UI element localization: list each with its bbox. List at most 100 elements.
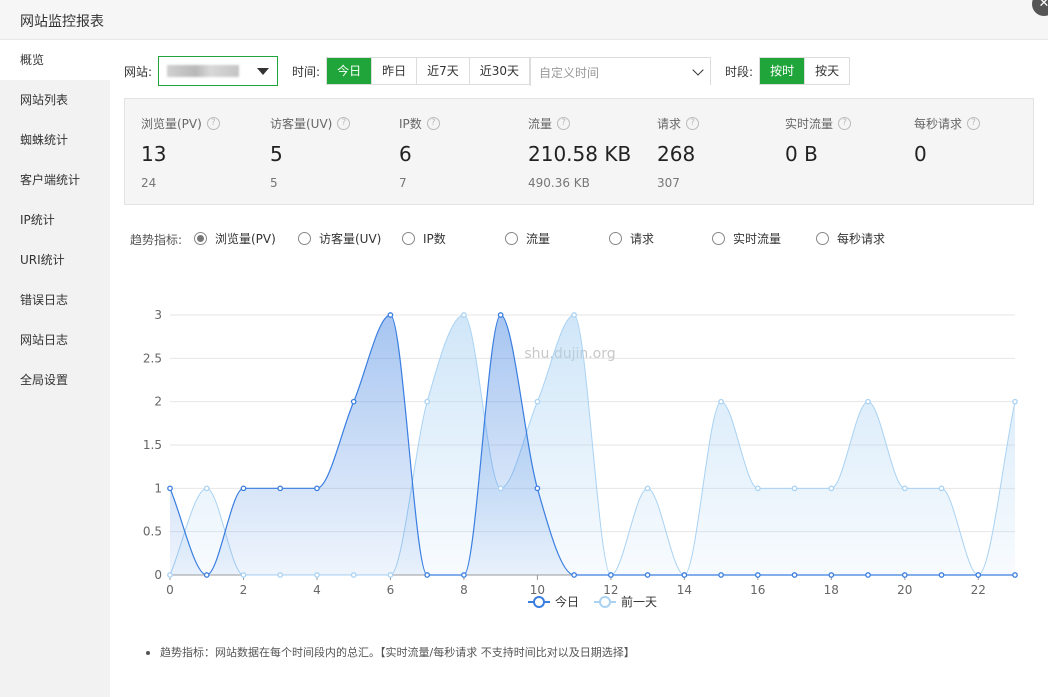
data-point	[314, 572, 320, 578]
data-point	[203, 485, 210, 492]
stat-requests-prev: 307	[657, 176, 680, 190]
data-point	[314, 485, 320, 492]
stat-requests-label: 请求	[657, 117, 682, 131]
data-point	[497, 312, 504, 318]
help-icon[interactable]: ?	[426, 117, 440, 130]
trend-radio-req-per-sec-label: 每秒请求	[837, 232, 886, 246]
data-point	[1012, 572, 1018, 578]
trend-radio-ip-label: IP数	[423, 232, 446, 246]
trend-radio-req-per-sec[interactable]: 每秒请求	[816, 230, 885, 247]
data-point	[608, 572, 614, 578]
sidebar-item-uri-stats[interactable]: URI统计	[0, 240, 110, 280]
bullet-icon	[146, 651, 150, 655]
chevron-down-icon	[692, 64, 704, 76]
help-icon[interactable]: ?	[206, 117, 220, 130]
data-point	[828, 485, 835, 492]
stat-ip-value: 6	[399, 142, 412, 166]
help-icon[interactable]: ?	[557, 117, 571, 130]
data-point	[938, 485, 945, 492]
x-tick-label: 20	[897, 583, 912, 597]
x-tick-label: 18	[824, 583, 839, 597]
x-tick-label: 2	[240, 583, 248, 597]
stat-traffic-prev: 490.36 KB	[528, 176, 590, 190]
sidebar-item-global-settings[interactable]: 全局设置	[0, 360, 110, 400]
trend-radio-realtime-traffic[interactable]: 实时流量	[712, 230, 781, 247]
help-icon[interactable]: ?	[686, 117, 700, 130]
site-select[interactable]	[158, 56, 279, 86]
sidebar-item-overview[interactable]: 概览	[0, 40, 110, 80]
stat-req-per-sec: 每秒请求? 0	[914, 115, 981, 166]
trend-radio-pv-label: 浏览量(PV)	[215, 232, 276, 246]
stat-pv-prev: 24	[141, 176, 157, 190]
sidebar-item-site-log[interactable]: 网站日志	[0, 320, 110, 360]
y-tick-label: 1	[154, 481, 162, 495]
data-point	[424, 572, 431, 578]
data-point	[644, 485, 651, 492]
trend-radio-uv[interactable]: 访客量(UV)	[298, 230, 381, 247]
time-today-button[interactable]: 今日	[327, 58, 373, 84]
x-tick-label: 12	[603, 583, 618, 597]
help-icon[interactable]: ?	[967, 117, 981, 130]
period-daily-button[interactable]: 按天	[805, 58, 850, 84]
data-point	[461, 312, 467, 318]
data-point	[791, 485, 798, 492]
data-point	[571, 312, 577, 318]
trend-radio-realtime-traffic-label: 实时流量	[733, 232, 782, 246]
footnote-text: 趋势指标：网站数据在每个时间段内的总汇。【实时流量/每秒请求 不支持时间比对以及…	[160, 646, 635, 659]
stat-realtime-traffic-label: 实时流量	[785, 117, 834, 131]
radio-icon	[402, 232, 415, 245]
radio-icon	[298, 232, 311, 245]
data-point	[754, 485, 761, 492]
radio-icon	[609, 232, 622, 245]
main-panel: 网站: 时间: 今日 昨日 近7天 近30天 自定义时间 时段: 按时 按天 浏…	[110, 40, 1048, 697]
help-icon[interactable]: ?	[337, 117, 351, 130]
stat-traffic-label: 流量	[528, 117, 553, 131]
trend-radio-pv[interactable]: 浏览量(PV)	[194, 230, 276, 247]
help-icon[interactable]: ?	[838, 117, 852, 130]
radio-icon	[712, 232, 725, 245]
x-tick-label: 22	[971, 583, 986, 597]
footnote: 趋势指标：网站数据在每个时间段内的总汇。【实时流量/每秒请求 不支持时间比对以及…	[146, 644, 635, 660]
trend-chart: 00.511.522.530246810121416182022shu.duji…	[143, 308, 1018, 635]
x-tick-label: 4	[313, 583, 321, 597]
trend-chart-container: 00.511.522.530246810121416182022shu.duji…	[110, 255, 1048, 635]
data-point	[901, 572, 908, 578]
data-point	[901, 485, 908, 492]
trend-radio-requests-label: 请求	[630, 232, 655, 246]
trend-radio-ip[interactable]: IP数	[402, 230, 446, 247]
sidebar-item-spider-stats[interactable]: 蜘蛛统计	[0, 120, 110, 160]
data-point	[865, 398, 871, 405]
time-30days-button[interactable]: 近30天	[469, 58, 531, 84]
sidebar-item-site-list[interactable]: 网站列表	[0, 80, 110, 120]
radio-icon	[505, 232, 518, 245]
sidebar-item-error-log[interactable]: 错误日志	[0, 280, 110, 320]
stat-uv-label: 访客量(UV)	[270, 117, 333, 131]
close-icon[interactable]: ✕	[1032, 0, 1048, 16]
sidebar-item-client-stats[interactable]: 客户端统计	[0, 160, 110, 200]
stat-realtime-traffic: 实时流量? 0 B	[785, 115, 852, 166]
trend-radio-traffic[interactable]: 流量	[505, 230, 550, 247]
period-group: 按时 按天	[759, 57, 851, 85]
data-point	[791, 572, 798, 578]
legend-label-1: 前一天	[621, 594, 657, 609]
stats-panel: 浏览量(PV)? 13 24 访客量(UV)? 5 5 IP数? 6 7 流量?…	[124, 98, 1034, 205]
time-7days-button[interactable]: 近7天	[417, 58, 470, 84]
data-point	[718, 572, 724, 578]
trend-label: 趋势指标:	[130, 233, 183, 247]
data-point	[350, 572, 357, 578]
y-tick-label: 0.5	[143, 525, 162, 539]
data-point	[203, 572, 210, 578]
stat-traffic-value: 210.58 KB	[528, 142, 632, 166]
stat-ip-prev: 7	[399, 176, 407, 190]
time-yesterday-button[interactable]: 昨日	[372, 58, 418, 84]
legend-label-0: 今日	[555, 594, 579, 609]
data-point	[681, 572, 688, 578]
data-point	[424, 398, 431, 405]
sidebar-item-ip-stats[interactable]: IP统计	[0, 200, 110, 240]
trend-radio-requests[interactable]: 请求	[609, 230, 654, 247]
stat-realtime-traffic-value: 0 B	[785, 142, 818, 166]
period-hourly-button[interactable]: 按时	[760, 58, 806, 84]
custom-time-picker[interactable]: 自定义时间	[530, 58, 711, 86]
caret-down-icon	[257, 67, 270, 75]
data-point	[718, 398, 724, 405]
